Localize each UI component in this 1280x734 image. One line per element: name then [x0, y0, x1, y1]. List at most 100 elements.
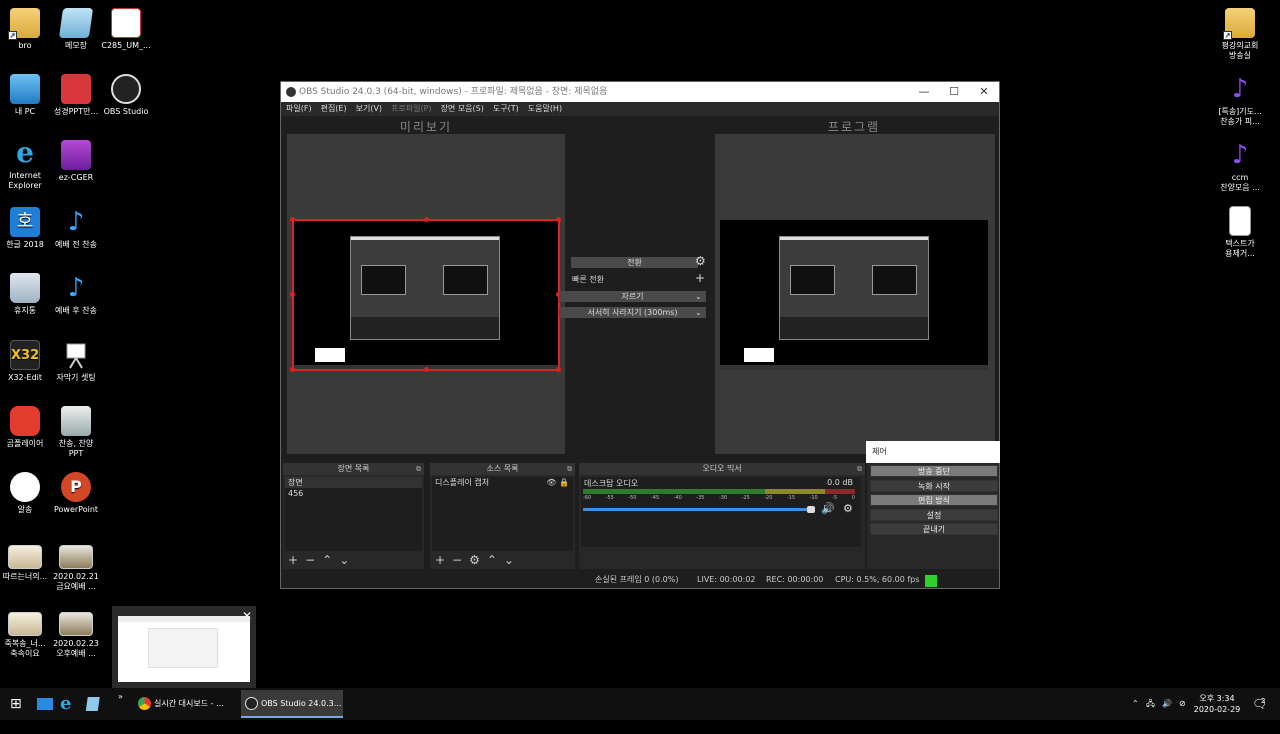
gear-icon[interactable]: ⚙	[843, 502, 853, 515]
menu-scene-collection[interactable]: 장면 모음(S)	[441, 102, 484, 116]
desktop-icon-powerpoint[interactable]: P PowerPoint	[44, 472, 108, 515]
printer-icon	[61, 406, 91, 436]
recycle-bin-icon	[10, 273, 40, 303]
window-preview[interactable]	[118, 616, 250, 682]
windows-start-icon[interactable]: ⊞	[10, 688, 22, 720]
gear-icon[interactable]: ⚙	[469, 553, 480, 567]
desktop-icon-image-2[interactable]: 2020.02.21 금요예배 ...	[44, 545, 108, 592]
bible-ppt-icon	[61, 74, 91, 104]
menu-help[interactable]: 도움말(H)	[528, 102, 562, 116]
desktop-icon-hymn-ppt[interactable]: 찬송, 찬양 PPT	[44, 406, 108, 459]
resize-handle[interactable]	[290, 367, 295, 372]
scenes-dock: 장면 목록 ⧉ 장면 456 + − ⌃ ⌄	[283, 463, 424, 569]
taskbar-app-obs[interactable]: OBS Studio 24.0.3...	[241, 690, 343, 718]
obs-icon	[111, 74, 141, 104]
lock-icon[interactable]: 🔒	[559, 478, 569, 487]
status-bar: 손실된 프레임 0 (0.0%) LIVE: 00:00:02 REC: 00:…	[281, 572, 999, 588]
sources-title: 소스 목록 ⧉	[430, 463, 575, 475]
desktop-icon-post-worship[interactable]: ♪ 예배 후 찬송	[44, 273, 108, 316]
obs-titlebar[interactable]: OBS Studio 24.0.3 (64-bit, windows) - 프로…	[281, 82, 999, 102]
desktop-icon-subtitle-setup[interactable]: 자막기 셋팅	[44, 340, 108, 383]
resize-handle[interactable]	[556, 217, 561, 222]
ie-icon[interactable]: e	[60, 688, 71, 720]
notification-count: 2	[1261, 697, 1266, 705]
resize-handle[interactable]	[424, 367, 429, 372]
resize-handle[interactable]	[290, 292, 295, 297]
desktop-icon-mp3-ccm[interactable]: ♪ ccm 찬양모음 ...	[1208, 140, 1272, 193]
desktop-icon-pre-worship[interactable]: ♪ 예배 전 찬송	[44, 207, 108, 250]
music-icon: ♪	[67, 207, 85, 237]
program-pane	[715, 134, 995, 454]
transition-button[interactable]: 전환	[571, 257, 698, 268]
notepad-icon[interactable]	[85, 688, 104, 720]
desktop-icon-mp3-special[interactable]: ♪ [특송]기도... 찬송가 피...	[1208, 74, 1272, 127]
start-recording-button[interactable]: 녹화 시작	[870, 480, 998, 492]
desktop-icon-ezcger[interactable]: ez-CGER	[44, 140, 108, 183]
program-label: 프로그램	[827, 120, 881, 134]
overflow-icon[interactable]: »	[118, 688, 123, 720]
taskbar-app-chrome[interactable]: 실시간 대시보드 - ...	[134, 690, 237, 718]
cut-transition-select[interactable]: 자르기	[559, 291, 706, 302]
scene-item[interactable]: 456	[285, 488, 422, 499]
maximize-icon[interactable]: ☐	[939, 82, 969, 102]
volume-icon[interactable]: 🔊	[1162, 688, 1172, 720]
image-thumb-icon	[8, 612, 42, 636]
resize-handle[interactable]	[290, 217, 295, 222]
controls-dock: 방송 중단 녹화 시작 편집 방식 설정 끝내기	[867, 463, 999, 569]
obs-icon	[245, 697, 258, 710]
source-selection-border[interactable]	[292, 219, 560, 371]
studio-mode-button[interactable]: 편집 방식	[870, 494, 998, 506]
scene-item[interactable]: 장면	[285, 477, 422, 488]
preview-label: 미리보기	[399, 120, 453, 134]
task-view-icon[interactable]	[36, 688, 54, 720]
remove-source-icon[interactable]: −	[452, 553, 462, 567]
mixer-level: 0.0 dB	[827, 478, 853, 487]
menu-profile[interactable]: 프로파일(P)	[391, 102, 432, 116]
remove-scene-icon[interactable]: −	[305, 553, 315, 567]
mp3-icon: ♪	[1231, 74, 1249, 104]
speaker-icon[interactable]: 🔊	[821, 502, 835, 515]
rec-timer: REC: 00:00:00	[766, 575, 824, 584]
gear-icon[interactable]: ⚙	[695, 255, 706, 267]
blocked-icon[interactable]: ⊘	[1179, 688, 1186, 720]
exit-button[interactable]: 끝내기	[870, 523, 998, 535]
obs-window[interactable]: OBS Studio 24.0.3 (64-bit, windows) - 프로…	[280, 81, 1000, 589]
volume-slider-handle[interactable]	[807, 506, 815, 513]
resize-handle[interactable]	[556, 367, 561, 372]
sources-dock: 소스 목록 ⧉ 디스플레이 캡처 👁 🔒 + − ⚙ ⌃ ⌄	[430, 463, 575, 569]
desktop-icon-text-file[interactable]: 텍스트가 용제거...	[1208, 206, 1272, 259]
easel-icon	[61, 340, 91, 370]
menu-edit[interactable]: 편집(E)	[321, 102, 347, 116]
desktop-icon-pdf[interactable]: C285_UM_...	[94, 8, 158, 51]
network-icon[interactable]: 🖧	[1146, 688, 1155, 720]
add-scene-icon[interactable]: +	[288, 553, 298, 567]
volume-slider[interactable]	[583, 508, 815, 511]
move-up-icon[interactable]: ⌃	[322, 553, 332, 567]
taskbar-thumbnail-popup[interactable]: ✕	[112, 606, 256, 688]
add-source-icon[interactable]: +	[435, 553, 445, 567]
add-quick-transition-icon[interactable]: +	[695, 272, 705, 284]
desktop-icon-broadcast-room[interactable]: ↗ 평강의교회 방송실	[1208, 8, 1272, 61]
move-down-icon[interactable]: ⌄	[339, 553, 349, 567]
desktop-icon-image-4[interactable]: 2020.02.23 오후예배 ...	[44, 612, 108, 659]
close-icon[interactable]: ✕	[969, 82, 999, 102]
mixer-channel: 데스크탑 오디오 0.0 dB -60 -55 -50 -45 -40 -35 -30 -25…	[581, 477, 861, 547]
clock[interactable]: 오후 3:34 2020-02-29	[1192, 693, 1242, 715]
source-item[interactable]: 디스플레이 캡처 👁 🔒	[432, 477, 573, 488]
stop-streaming-button[interactable]: 방송 중단	[870, 465, 998, 477]
gom-player-icon	[10, 406, 40, 436]
chevron-up-icon[interactable]: ⌃	[1132, 688, 1139, 720]
resize-handle[interactable]	[424, 217, 429, 222]
desktop-icon-obs[interactable]: OBS Studio	[94, 74, 158, 117]
minimize-icon[interactable]: —	[909, 82, 939, 102]
menu-tools[interactable]: 도구(T)	[493, 102, 519, 116]
image-thumb-icon	[59, 612, 93, 636]
fade-transition-select[interactable]: 서서히 사라지기 (300ms)	[559, 307, 706, 318]
menu-view[interactable]: 보기(V)	[356, 102, 382, 116]
move-up-icon[interactable]: ⌃	[487, 553, 497, 567]
settings-button[interactable]: 설정	[870, 509, 998, 521]
sources-toolbar: + − ⚙ ⌃ ⌄	[435, 553, 514, 567]
menu-file[interactable]: 파일(F)	[286, 102, 312, 116]
move-down-icon[interactable]: ⌄	[504, 553, 514, 567]
eye-icon[interactable]: 👁	[546, 478, 556, 487]
